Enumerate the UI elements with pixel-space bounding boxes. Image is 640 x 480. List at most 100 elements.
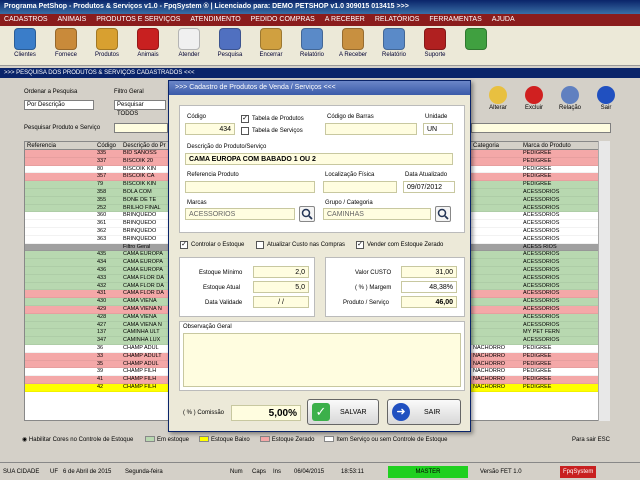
action-button-1[interactable]: Excluir	[520, 86, 548, 111]
toolbar-button-5[interactable]: Pesquisa	[211, 28, 249, 64]
atualizar-checkbox[interactable]	[256, 241, 264, 249]
cell-codigo: 252	[97, 204, 107, 211]
unidade-select[interactable]: UN	[423, 123, 453, 135]
toolbar-button-2[interactable]: Produtos	[88, 28, 126, 64]
toolbar-button-10[interactable]: Suporte	[416, 28, 454, 64]
toolbar-label: A Receber	[338, 52, 368, 58]
data-field[interactable]: 09/07/2012	[403, 181, 455, 193]
search-input[interactable]	[114, 123, 168, 133]
preco-field[interactable]: 46,00	[401, 296, 457, 308]
toolbar-label: Fornece	[54, 52, 77, 58]
controlar-checkbox[interactable]: ✓	[180, 241, 188, 249]
menu-relatorios[interactable]: RELATÓRIOS	[375, 16, 420, 23]
cell-descricao: CHAMP FILH	[123, 376, 157, 383]
toolbar-button-9[interactable]: Relatório	[375, 28, 413, 64]
menu-animais[interactable]: ANIMAIS	[58, 16, 87, 23]
status-weekday: Segunda-feira	[125, 469, 163, 475]
col-codigo[interactable]: Código	[97, 142, 116, 150]
cell-descricao: CAMA EUROPA	[123, 266, 163, 273]
menu-pedido-compras[interactable]: PEDIDO COMPRAS	[251, 16, 315, 23]
col-descricao[interactable]: Descrição do Pr	[123, 142, 166, 150]
localizacao-field[interactable]	[323, 181, 397, 193]
cell-marca: PEDIGREE	[523, 368, 552, 375]
cell-codigo: 428	[97, 313, 107, 320]
min-label: Estoque Mínimo	[199, 270, 243, 276]
atual-field[interactable]: 5,0	[253, 281, 309, 293]
codigo-field[interactable]: 434	[185, 123, 235, 135]
cell-marca: ACESSORIOS	[523, 204, 560, 211]
marcas-field[interactable]: ACESSORIOS	[185, 208, 295, 220]
legend-item-label: Estoque Baixo	[211, 437, 250, 443]
cell-descricao: CAMINHA ULT	[123, 329, 160, 336]
cell-descricao: BRINQUEDO	[123, 212, 157, 219]
validade-field[interactable]: / /	[253, 296, 309, 308]
tabela-produtos-label: Tabela de Produtos	[252, 116, 304, 122]
cell-marca: ACESSORIOS	[523, 313, 560, 320]
vender-checkbox[interactable]: ✓	[356, 241, 364, 249]
menu-atendimento[interactable]: ATENDIMENTO	[190, 16, 240, 23]
salvar-label: SALVAR	[340, 409, 367, 416]
toolbar-button-4[interactable]: Atender	[170, 28, 208, 64]
window-title: Programa PetShop - Produtos & Serviços v…	[0, 0, 640, 14]
toolbar-button-0[interactable]: Clientes	[6, 28, 44, 64]
custo-field[interactable]: 31,00	[401, 266, 457, 278]
toolbar-button-7[interactable]: Relatório	[293, 28, 331, 64]
col-marca[interactable]: Marca do Produto	[523, 142, 571, 150]
toolbar-button-11[interactable]	[457, 28, 495, 64]
order-select[interactable]: Por Descrição	[24, 100, 94, 110]
delete-icon	[525, 86, 543, 104]
action-button-3[interactable]: Sair	[592, 86, 620, 111]
radio-icon[interactable]: ◉	[22, 437, 27, 443]
action-button-0[interactable]: Alterar	[484, 86, 512, 111]
grupo-search-icon[interactable]	[435, 206, 451, 222]
menu-ferramentas[interactable]: FERRAMENTAS	[429, 16, 481, 23]
cell-codigo: 355	[97, 196, 107, 203]
toolbar-button-6[interactable]: Encerrar	[252, 28, 290, 64]
comissao-field[interactable]: 5,00%	[231, 405, 301, 421]
filter-select[interactable]: Pesquisar TODOS	[114, 100, 166, 117]
menu-cadastros[interactable]: CADASTROS	[4, 16, 48, 23]
menu-produtos[interactable]: PRODUTOS E SERVIÇOS	[96, 16, 180, 23]
tabela-servicos-checkbox[interactable]	[241, 127, 249, 135]
action-button-2[interactable]: Relação	[556, 86, 584, 111]
descricao-field[interactable]: CAMA EUROPA COM BABADO 1 OU 2	[185, 153, 453, 165]
legend-swatch	[259, 436, 270, 443]
salvar-button[interactable]: ✓ SALVAR	[307, 399, 379, 425]
col-referencia[interactable]: Referencia	[27, 142, 56, 150]
sair-button[interactable]: ➜ SAIR	[387, 399, 461, 425]
cell-marca: ACESSORIOS	[523, 337, 560, 344]
menu-a-receber[interactable]: A RECEBER	[325, 16, 365, 23]
cell-marca: ACESSORIOS	[523, 188, 560, 195]
toolbar-button-3[interactable]: Animais	[129, 28, 167, 64]
cell-codigo: 33	[97, 352, 104, 359]
marcas-search-icon[interactable]	[299, 206, 315, 222]
menu-ajuda[interactable]: AJUDA	[492, 16, 515, 23]
cell-marca: MY PET FERN	[523, 329, 560, 336]
toolbar-button-8[interactable]: A Receber	[334, 28, 372, 64]
comissao-label: ( % ) Comissão	[183, 410, 225, 416]
cell-categoria: NACHORRO	[473, 376, 506, 383]
min-field[interactable]: 2,0	[253, 266, 309, 278]
cell-descricao: BISCOIK KIN	[123, 181, 157, 188]
cell-descricao: CAMA VIENA N	[123, 321, 162, 328]
supplier-icon	[55, 28, 77, 50]
grupo-field[interactable]: CAMINHAS	[323, 208, 431, 220]
tabela-produtos-checkbox[interactable]: ✓	[241, 115, 249, 123]
cell-codigo: 427	[97, 321, 107, 328]
margem-field[interactable]: 48,38%	[401, 281, 457, 293]
status-city: SUA CIDADE	[3, 469, 40, 475]
toolbar-button-1[interactable]: Fornece	[47, 28, 85, 64]
grid-scrollbar[interactable]	[598, 141, 610, 421]
cell-categoria: NACHORRO	[473, 360, 506, 367]
search-input-right[interactable]	[471, 123, 611, 133]
status-caps: Caps	[252, 469, 267, 475]
referencia-field[interactable]	[185, 181, 315, 193]
action-buttons: Alterar Excluir Relação Sair	[484, 86, 634, 122]
obs-textarea[interactable]	[183, 333, 461, 387]
col-categoria[interactable]: Categoria	[473, 142, 499, 150]
cell-marca: PEDIGREE	[523, 383, 552, 390]
print-icon	[561, 86, 579, 104]
paw-icon	[137, 28, 159, 50]
barras-field[interactable]	[325, 123, 417, 135]
controlar-label: Controlar o Estoque	[191, 242, 245, 248]
